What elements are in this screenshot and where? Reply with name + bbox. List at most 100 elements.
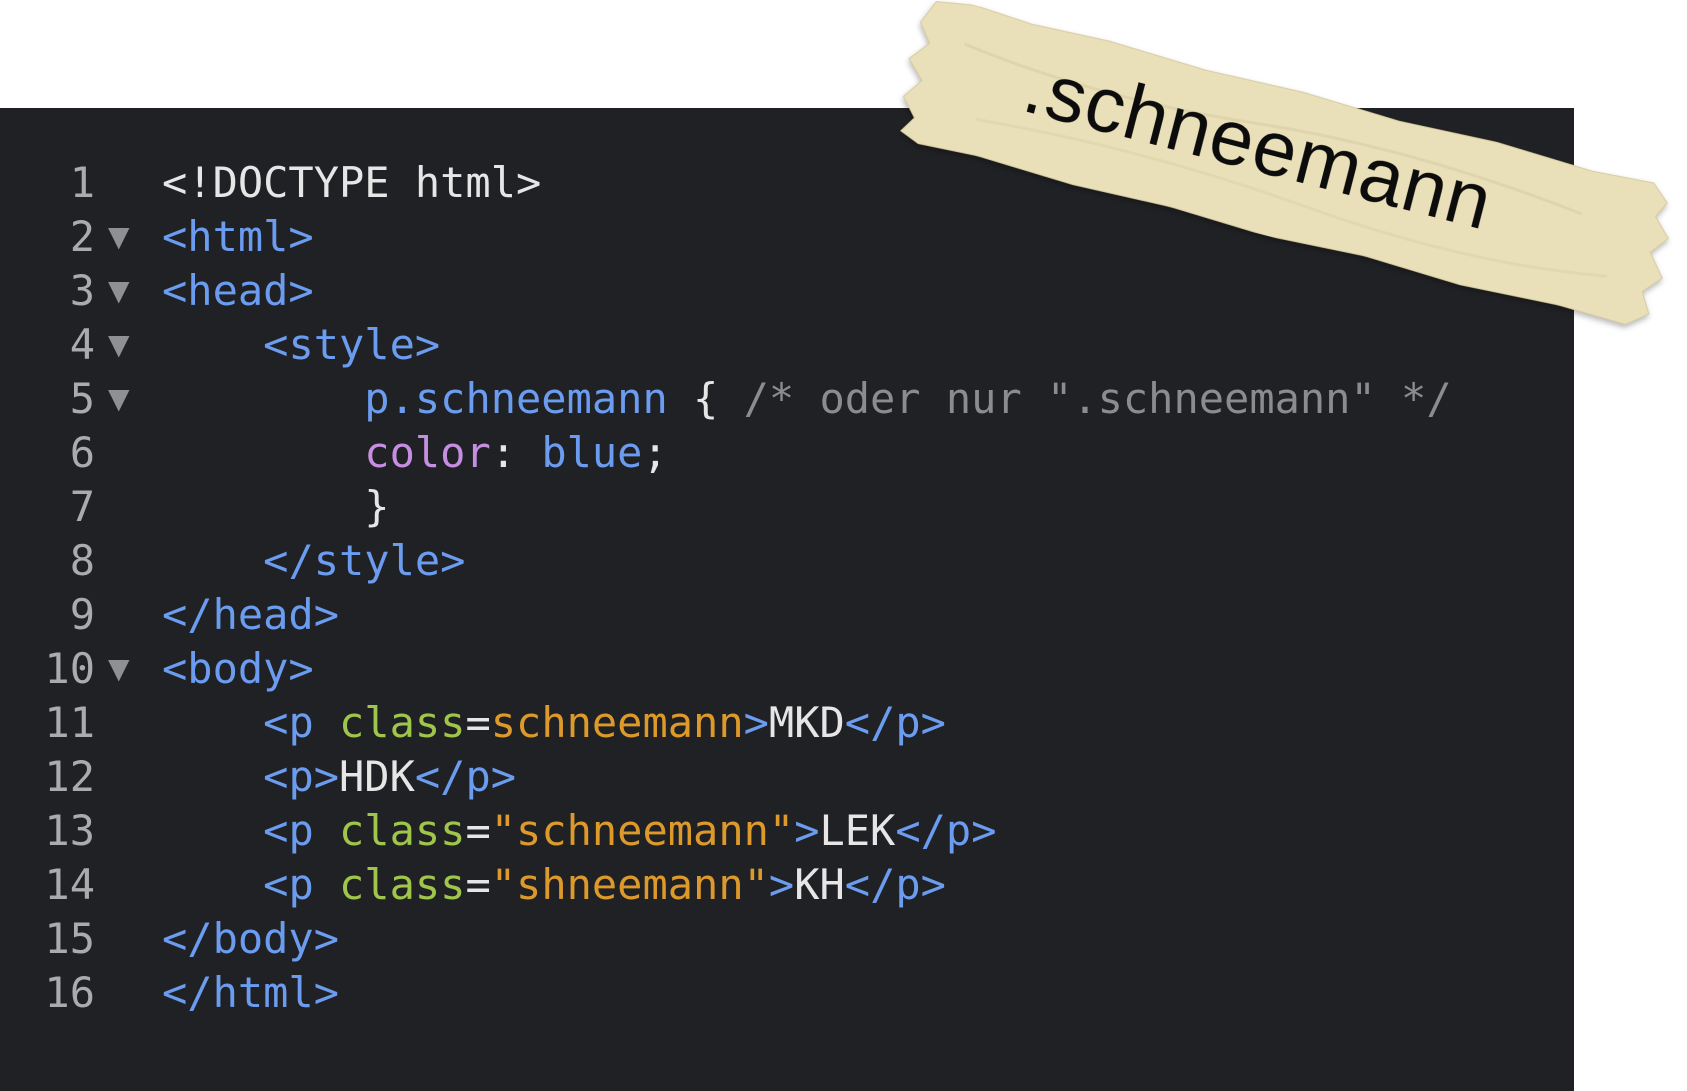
code-line: 5 ▼ p.schneemann { /* oder nur ".schneema… xyxy=(0,372,1574,426)
token-kw: blue xyxy=(541,428,643,477)
code-line: 7 } xyxy=(0,480,1574,534)
code-line: 10 ▼ <body> xyxy=(0,642,1574,696)
token-tag: </style> xyxy=(263,536,466,585)
token-tag: <head> xyxy=(162,266,314,315)
fold-arrow-icon[interactable]: ▼ xyxy=(108,642,130,696)
code-text: <p class="schneemann">LEK</p> xyxy=(162,804,996,858)
token-val: "schneemann" xyxy=(490,806,795,855)
code-text: </body> xyxy=(162,912,339,966)
token-plain: = xyxy=(465,698,491,747)
token-plain: = xyxy=(465,806,491,855)
token-plain: KH xyxy=(794,860,845,909)
token-tag: </head> xyxy=(162,590,340,639)
line-number: 13 xyxy=(44,806,95,855)
token-plain: HDK xyxy=(339,752,415,801)
code-text: </style> xyxy=(162,534,465,588)
line-number: 4 xyxy=(69,320,95,369)
code-text: <body> xyxy=(162,642,314,696)
code-line: 3 ▼ <head> xyxy=(0,264,1574,318)
token-attr: class xyxy=(339,698,466,747)
code-text: </html> xyxy=(162,966,339,1020)
code-line: 9 </head> xyxy=(0,588,1574,642)
line-number: 14 xyxy=(44,860,95,909)
token-tag: </p> xyxy=(844,698,946,747)
code-text: <p>HDK</p> xyxy=(162,750,516,804)
token-tag: <p xyxy=(263,806,340,855)
token-tag: > xyxy=(768,860,795,909)
token-val: "shneemann" xyxy=(490,860,769,909)
token-tag: <html> xyxy=(162,212,314,261)
fold-arrow-icon[interactable]: ▼ xyxy=(108,210,130,264)
token-tag: </body> xyxy=(162,914,340,963)
line-number: 10 xyxy=(44,644,95,693)
code-text: color: blue; xyxy=(162,426,668,480)
token-tag: </p> xyxy=(414,752,517,801)
token-plain: <!DOCTYPE html> xyxy=(162,158,542,207)
line-number: 6 xyxy=(69,428,95,477)
code-text: </head> xyxy=(162,588,339,642)
token-tag: <body> xyxy=(162,644,314,693)
line-number: 12 xyxy=(44,752,95,801)
code-line: 14 <p class="shneemann">KH</p> xyxy=(0,858,1574,912)
code-text: <p class=schneemann>MKD</p> xyxy=(162,696,946,750)
code-text: } xyxy=(162,480,390,534)
token-plain: } xyxy=(364,482,390,531)
token-plain: = xyxy=(465,860,491,909)
code-editor: 1 <!DOCTYPE html> 2 ▼ <html> 3 ▼ <head> 4 ▼ <styl… xyxy=(0,108,1574,1091)
token-tag: <p xyxy=(263,860,340,909)
token-plain: : xyxy=(490,428,542,477)
token-tag: </p> xyxy=(844,860,946,909)
code-line: 13 <p class="schneemann">LEK</p> xyxy=(0,804,1574,858)
code-line: 4 ▼ <style> xyxy=(0,318,1574,372)
token-plain: ; xyxy=(642,428,668,477)
line-number: 5 xyxy=(69,374,95,423)
token-tag: p.schneemann xyxy=(364,374,668,423)
code-line: 16 </html> xyxy=(0,966,1574,1020)
line-number: 8 xyxy=(69,536,95,585)
line-number: 7 xyxy=(69,482,95,531)
token-plain: LEK xyxy=(819,806,896,855)
token-tag: <style> xyxy=(263,320,441,369)
line-number: 3 xyxy=(69,266,95,315)
line-number: 9 xyxy=(69,590,95,639)
token-tag: </html> xyxy=(162,968,340,1017)
token-cmt: /* oder nur ".schneemann" */ xyxy=(743,374,1452,423)
code-text: p.schneemann { /* oder nur ".schneemann"… xyxy=(162,372,1452,426)
code-text: <!DOCTYPE html> xyxy=(162,156,541,210)
line-number: 16 xyxy=(44,968,95,1017)
code-text: <head> xyxy=(162,264,314,318)
code-line: 15 </body> xyxy=(0,912,1574,966)
line-number: 15 xyxy=(44,914,95,963)
fold-arrow-icon[interactable]: ▼ xyxy=(108,318,130,372)
token-attr: class xyxy=(339,806,466,855)
code-text: <html> xyxy=(162,210,314,264)
line-number: 11 xyxy=(44,698,95,747)
line-number: 1 xyxy=(69,158,95,207)
code-text: <p class="shneemann">KH</p> xyxy=(162,858,946,912)
code-line: 12 <p>HDK</p> xyxy=(0,750,1574,804)
token-tag: <p> xyxy=(263,752,340,801)
token-val: schneemann xyxy=(490,698,744,747)
token-tag: <p xyxy=(263,698,340,747)
token-plain: { xyxy=(667,374,744,423)
code-lines: 1 <!DOCTYPE html> 2 ▼ <html> 3 ▼ <head> 4 ▼ <styl… xyxy=(0,156,1574,1020)
token-tag: > xyxy=(743,698,769,747)
fold-arrow-icon[interactable]: ▼ xyxy=(108,264,130,318)
line-number: 2 xyxy=(69,212,95,261)
token-plain: MKD xyxy=(768,698,845,747)
token-attr: class xyxy=(339,860,466,909)
code-line: 8 </style> xyxy=(0,534,1574,588)
token-tag: > xyxy=(794,806,820,855)
fold-arrow-icon[interactable]: ▼ xyxy=(108,372,130,426)
code-text: <style> xyxy=(162,318,440,372)
code-line: 6 color: blue; xyxy=(0,426,1574,480)
